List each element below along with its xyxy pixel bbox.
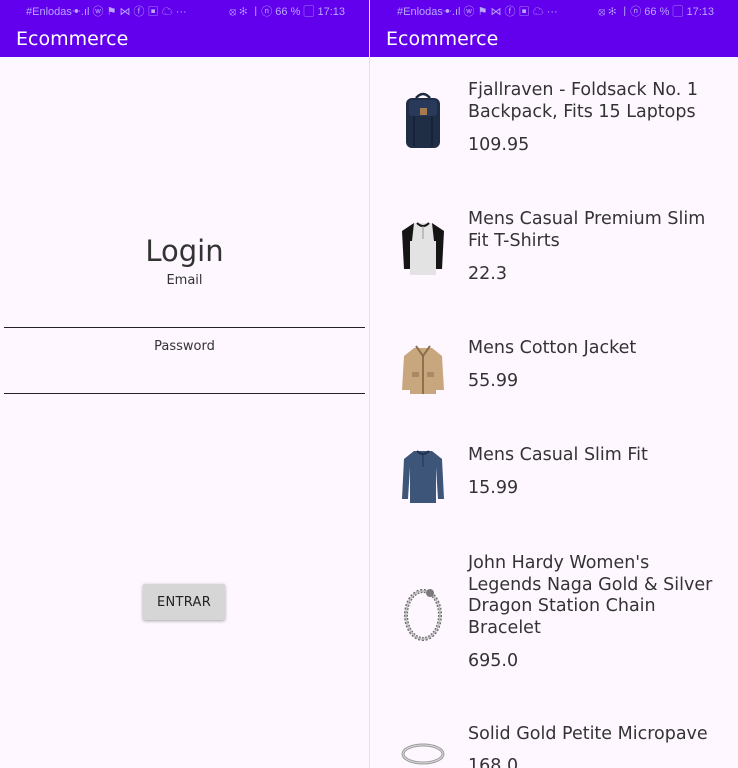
product-name: Fjallraven - Foldsack No. 1 Backpack, Fi…: [468, 80, 698, 122]
email-underline: [4, 327, 365, 328]
jacket-image: [402, 345, 444, 394]
product-name: Solid Gold Petite Micropave: [468, 724, 708, 744]
product-name: Mens Casual Slim Fit: [468, 445, 648, 465]
password-field[interactable]: [4, 370, 369, 394]
bracelet-image: [404, 589, 442, 641]
status-left: #Enlodasꔹ.ıl ⓦ ⚑ ⋈ ⓕ ▣ ☁ ···: [397, 6, 558, 18]
enter-button[interactable]: ENTRAR: [143, 584, 225, 620]
product-price: 22.3: [468, 264, 507, 284]
password-underline: [4, 393, 365, 394]
product-price: 109.95: [468, 135, 530, 155]
status-right: ⦻ ✻ 〡ⓝ 66 % ▢ 17:13: [598, 6, 714, 18]
product-name: John Hardy Women's Legends Naga Gold & S…: [468, 553, 713, 638]
product-price: 15.99: [468, 478, 519, 498]
products-screen: #Enlodasꔹ.ıl ⓦ ⚑ ⋈ ⓕ ▣ ☁ ··· ⦻ ✻ 〡ⓝ 66 %…: [370, 0, 738, 768]
status-left: #Enlodasꔹ.ıl ⓦ ⚑ ⋈ ⓕ ▣ ☁ ···: [26, 6, 187, 18]
password-label: Password: [154, 339, 215, 354]
tshirt-image: [402, 222, 444, 275]
backpack-image: [406, 92, 440, 148]
app-bar: Ecommerce: [370, 24, 738, 57]
status-right: ⦻ ✻ 〡ⓝ 66 % ▢ 17:13: [229, 6, 345, 18]
product-price: 168.0: [468, 756, 519, 768]
status-bar: #Enlodasꔹ.ıl ⓦ ⚑ ⋈ ⓕ ▣ ☁ ··· ⦻ ✻ 〡ⓝ 66 %…: [0, 0, 369, 24]
email-field[interactable]: [4, 304, 369, 328]
app-bar: Ecommerce: [0, 24, 369, 57]
longsleeve-image: [402, 450, 444, 503]
login-title: Login: [145, 234, 224, 268]
login-screen: #Enlodasꔹ.ıl ⓦ ⚑ ⋈ ⓕ ▣ ☁ ··· ⦻ ✻ 〡ⓝ 66 %…: [0, 0, 369, 768]
product-price: 55.99: [468, 371, 519, 391]
email-label: Email: [166, 273, 203, 288]
app-title: Ecommerce: [386, 28, 499, 50]
status-bar: #Enlodasꔹ.ıl ⓦ ⚑ ⋈ ⓕ ▣ ☁ ··· ⦻ ✻ 〡ⓝ 66 %…: [370, 0, 738, 24]
app-title: Ecommerce: [16, 28, 129, 50]
product-price: 695.0: [468, 651, 519, 671]
ring-image: [401, 743, 445, 765]
product-name: Mens Cotton Jacket: [468, 338, 637, 358]
product-name: Mens Casual Premium Slim Fit T-Shirts: [468, 209, 706, 251]
